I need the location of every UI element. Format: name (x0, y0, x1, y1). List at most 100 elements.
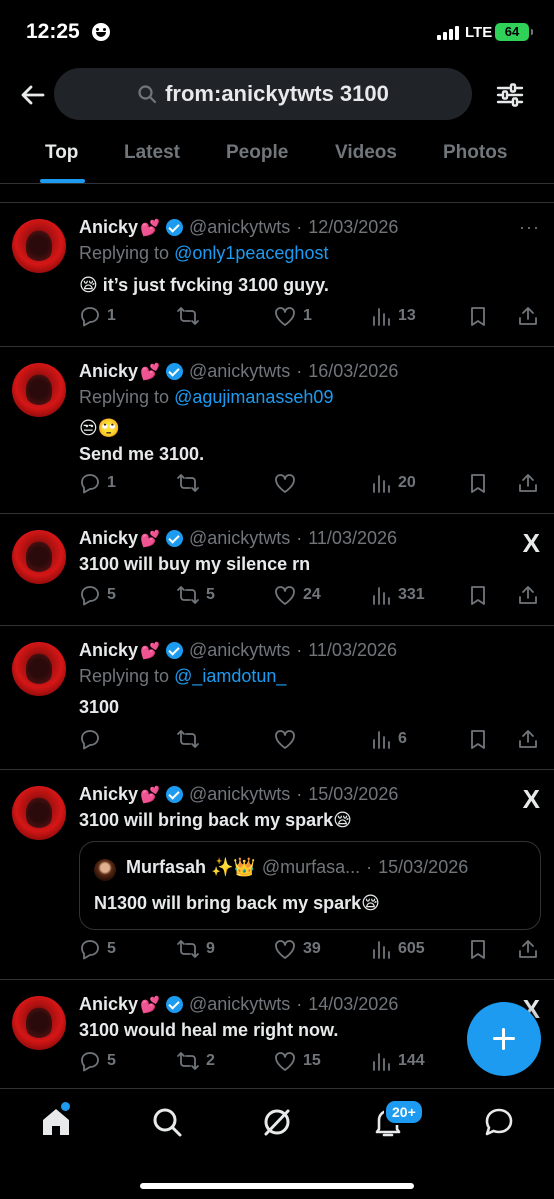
replying-to: Replying to @_iamdotun_ (79, 666, 287, 686)
reply-button[interactable] (79, 728, 107, 750)
reply-button[interactable]: 1 (79, 472, 116, 494)
verified-badge-icon (165, 642, 183, 659)
tweet[interactable]: Anicky 💕 @anickytwts · 12/03/2026 ··· Re… (0, 202, 554, 347)
reply-icon (81, 730, 99, 750)
avatar[interactable] (12, 530, 66, 584)
bookmark-button[interactable] (467, 938, 489, 960)
share-icon (519, 586, 537, 604)
tab-top[interactable]: Top (45, 142, 78, 164)
tweet[interactable]: Anicky 💕 @anickytwts · 11/03/2026 X 3100… (0, 514, 554, 626)
views-button[interactable]: 20 (370, 472, 416, 494)
author-name[interactable]: Anicky (79, 640, 138, 661)
bookmark-button[interactable] (467, 472, 489, 494)
avatar[interactable] (12, 996, 66, 1050)
tweet-date[interactable]: 12/03/2026 (308, 217, 398, 238)
tab-people[interactable]: People (226, 142, 288, 164)
reply-button[interactable]: 5 (79, 1050, 116, 1072)
like-button[interactable] (273, 728, 303, 750)
tab-photos[interactable]: Photos (443, 142, 507, 164)
signal-icon (437, 26, 459, 40)
bookmark-icon (471, 307, 485, 326)
tab-latest[interactable]: Latest (124, 142, 180, 164)
author-name[interactable]: Anicky (79, 784, 138, 805)
repost-button[interactable]: 2 (176, 1050, 215, 1072)
avatar[interactable] (12, 642, 66, 696)
like-button[interactable]: 39 (273, 938, 321, 960)
author-handle[interactable]: @anickytwts (189, 528, 290, 549)
tweet[interactable]: Anicky 💕 @anickytwts · 16/03/2026 Replyi… (0, 347, 554, 514)
tweet[interactable]: Anicky 💕 @anickytwts · 15/03/2026 X 3100… (0, 770, 554, 980)
views-button[interactable]: 605 (370, 938, 425, 960)
tweet-date[interactable]: 15/03/2026 (308, 784, 398, 805)
repost-button[interactable]: 9 (176, 938, 215, 960)
views-icon (373, 475, 390, 493)
author-name[interactable]: Anicky (79, 361, 138, 382)
tweet-actions: 1 20 (79, 472, 541, 498)
author-handle[interactable]: @anickytwts (189, 217, 290, 238)
share-button[interactable] (517, 472, 539, 494)
grok-icon[interactable] (260, 1105, 294, 1139)
more-options-icon[interactable]: ··· (519, 217, 540, 238)
verified-badge-icon (165, 219, 183, 236)
tweet-date[interactable]: 16/03/2026 (308, 361, 398, 382)
bookmark-button[interactable] (467, 584, 489, 606)
tweet[interactable]: Anicky 💕 @anickytwts · 11/03/2026 Replyi… (0, 626, 554, 770)
like-button[interactable]: 24 (273, 584, 321, 606)
bookmark-button[interactable] (467, 728, 489, 750)
tweet-date[interactable]: 11/03/2026 (308, 528, 397, 549)
reply-to-link[interactable]: @agujimanasseh09 (174, 387, 333, 407)
author-handle[interactable]: @anickytwts (189, 361, 290, 382)
author-handle[interactable]: @anickytwts (189, 994, 290, 1015)
compose-post-button[interactable] (467, 1002, 541, 1076)
back-arrow-icon[interactable] (18, 80, 48, 110)
bookmark-icon (471, 474, 485, 493)
tweet-date[interactable]: 11/03/2026 (308, 640, 397, 661)
reply-button[interactable]: 5 (79, 938, 116, 960)
share-button[interactable] (517, 938, 539, 960)
avatar[interactable] (12, 219, 66, 273)
quoted-tweet[interactable]: Murfasah ✨👑 @murfasa... · 15/03/2026 N13… (79, 841, 541, 930)
tweet-header: Anicky 💕 @anickytwts · 11/03/2026 (79, 640, 398, 661)
author-name[interactable]: Anicky (79, 217, 138, 238)
repost-button[interactable]: 5 (176, 584, 215, 606)
tweet-date[interactable]: 14/03/2026 (308, 994, 398, 1015)
tab-videos[interactable]: Videos (335, 142, 397, 164)
bookmark-button[interactable] (467, 305, 489, 327)
like-button[interactable]: 1 (273, 305, 312, 327)
share-button[interactable] (517, 728, 539, 750)
views-button[interactable]: 13 (370, 305, 416, 327)
avatar[interactable] (12, 786, 66, 840)
reply-button[interactable]: 1 (79, 305, 116, 327)
repost-button[interactable] (176, 305, 206, 327)
author-name[interactable]: Anicky (79, 528, 138, 549)
repost-icon (177, 940, 199, 958)
views-button[interactable]: 331 (370, 584, 425, 606)
reply-to-link[interactable]: @_iamdotun_ (174, 666, 286, 686)
share-button[interactable] (517, 305, 539, 327)
share-icon (519, 474, 537, 492)
repost-icon (177, 586, 199, 604)
share-button[interactable] (517, 584, 539, 606)
quote-header: Murfasah ✨👑 @murfasa... · 15/03/2026 (126, 857, 469, 877)
author-name[interactable]: Anicky (79, 994, 138, 1015)
views-button[interactable]: 6 (370, 728, 407, 750)
author-handle[interactable]: @anickytwts (189, 640, 290, 661)
tweet-header: Anicky 💕 @anickytwts · 15/03/2026 (79, 784, 399, 805)
reply-button[interactable]: 5 (79, 584, 116, 606)
search-input[interactable]: from:anickytwts 3100 (54, 68, 472, 120)
repost-button[interactable] (176, 728, 206, 750)
tweet-header: Anicky 💕 @anickytwts · 14/03/2026 (79, 994, 399, 1015)
avatar[interactable] (12, 363, 66, 417)
author-handle[interactable]: @anickytwts (189, 784, 290, 805)
search-filter-icon[interactable] (495, 80, 525, 110)
like-button[interactable]: 15 (273, 1050, 321, 1072)
search-icon[interactable] (150, 1105, 184, 1139)
tweet-text: Send me 3100. (79, 444, 205, 464)
network-label: LTE (465, 24, 493, 41)
like-button[interactable] (273, 472, 303, 494)
messages-icon[interactable] (482, 1105, 516, 1139)
views-button[interactable]: 144 (370, 1050, 425, 1072)
quote-date: 15/03/2026 (378, 857, 469, 877)
repost-button[interactable] (176, 472, 206, 494)
reply-to-link[interactable]: @only1peaceghost (174, 243, 328, 263)
